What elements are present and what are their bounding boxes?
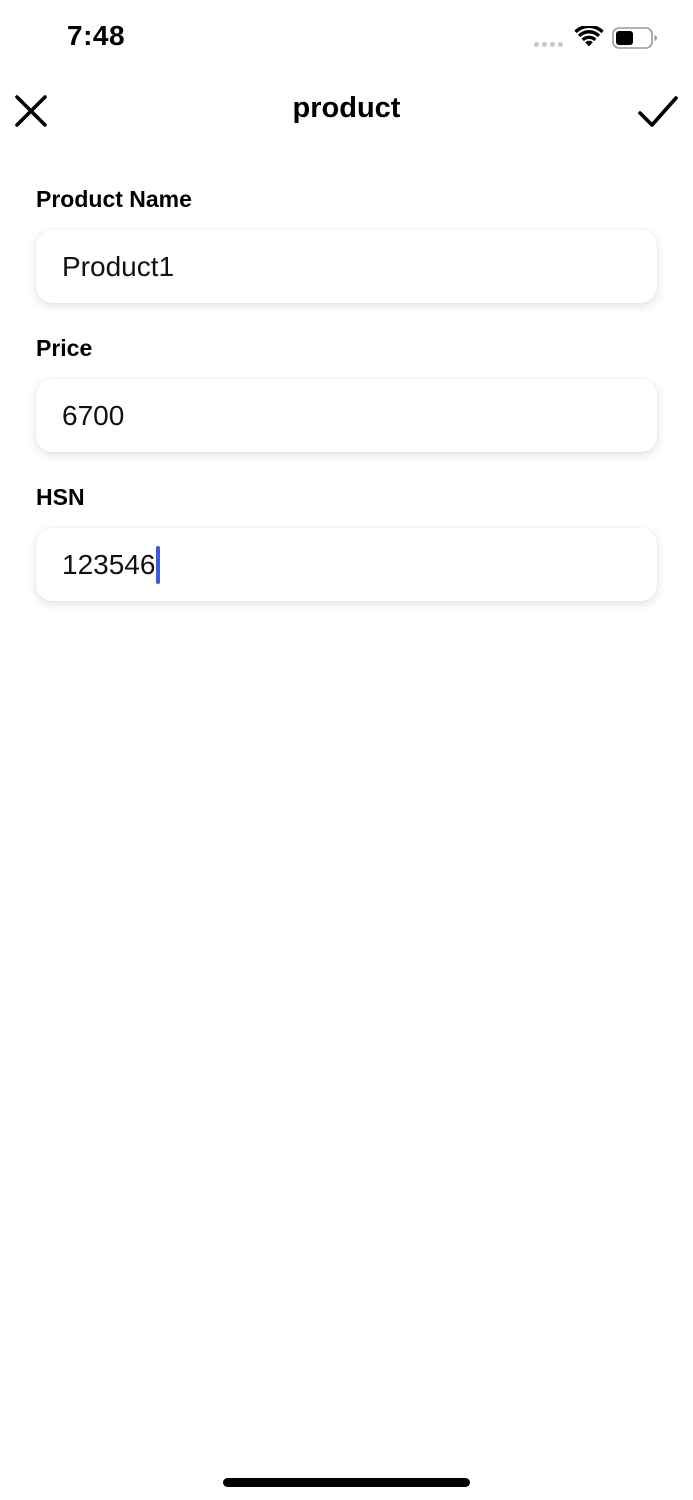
text-cursor (156, 545, 161, 584)
price-label: Price (36, 335, 93, 361)
product-form: Product Name Product1 Price 6700 HSN 123… (36, 180, 657, 627)
page-title: product (292, 92, 401, 124)
nav-bar: product (0, 76, 693, 146)
status-time: 7:48 (67, 20, 126, 51)
product-name-label: Product Name (36, 186, 192, 212)
price-value: 6700 (62, 399, 125, 431)
wifi-icon (574, 26, 604, 47)
price-field[interactable]: 6700 (36, 379, 657, 452)
battery-icon (612, 27, 657, 49)
product-name-field[interactable]: Product1 (36, 230, 657, 303)
checkmark-icon (638, 96, 678, 127)
hsn-value: 123546 (62, 548, 156, 580)
product-name-value: Product1 (62, 250, 175, 282)
status-bar: 7:48 (0, 0, 693, 76)
home-indicator[interactable] (223, 1478, 470, 1487)
hsn-label: HSN (36, 484, 85, 510)
hsn-field[interactable]: 123546 (36, 528, 657, 601)
signal-dots-icon (534, 42, 563, 47)
confirm-button[interactable] (634, 90, 682, 134)
